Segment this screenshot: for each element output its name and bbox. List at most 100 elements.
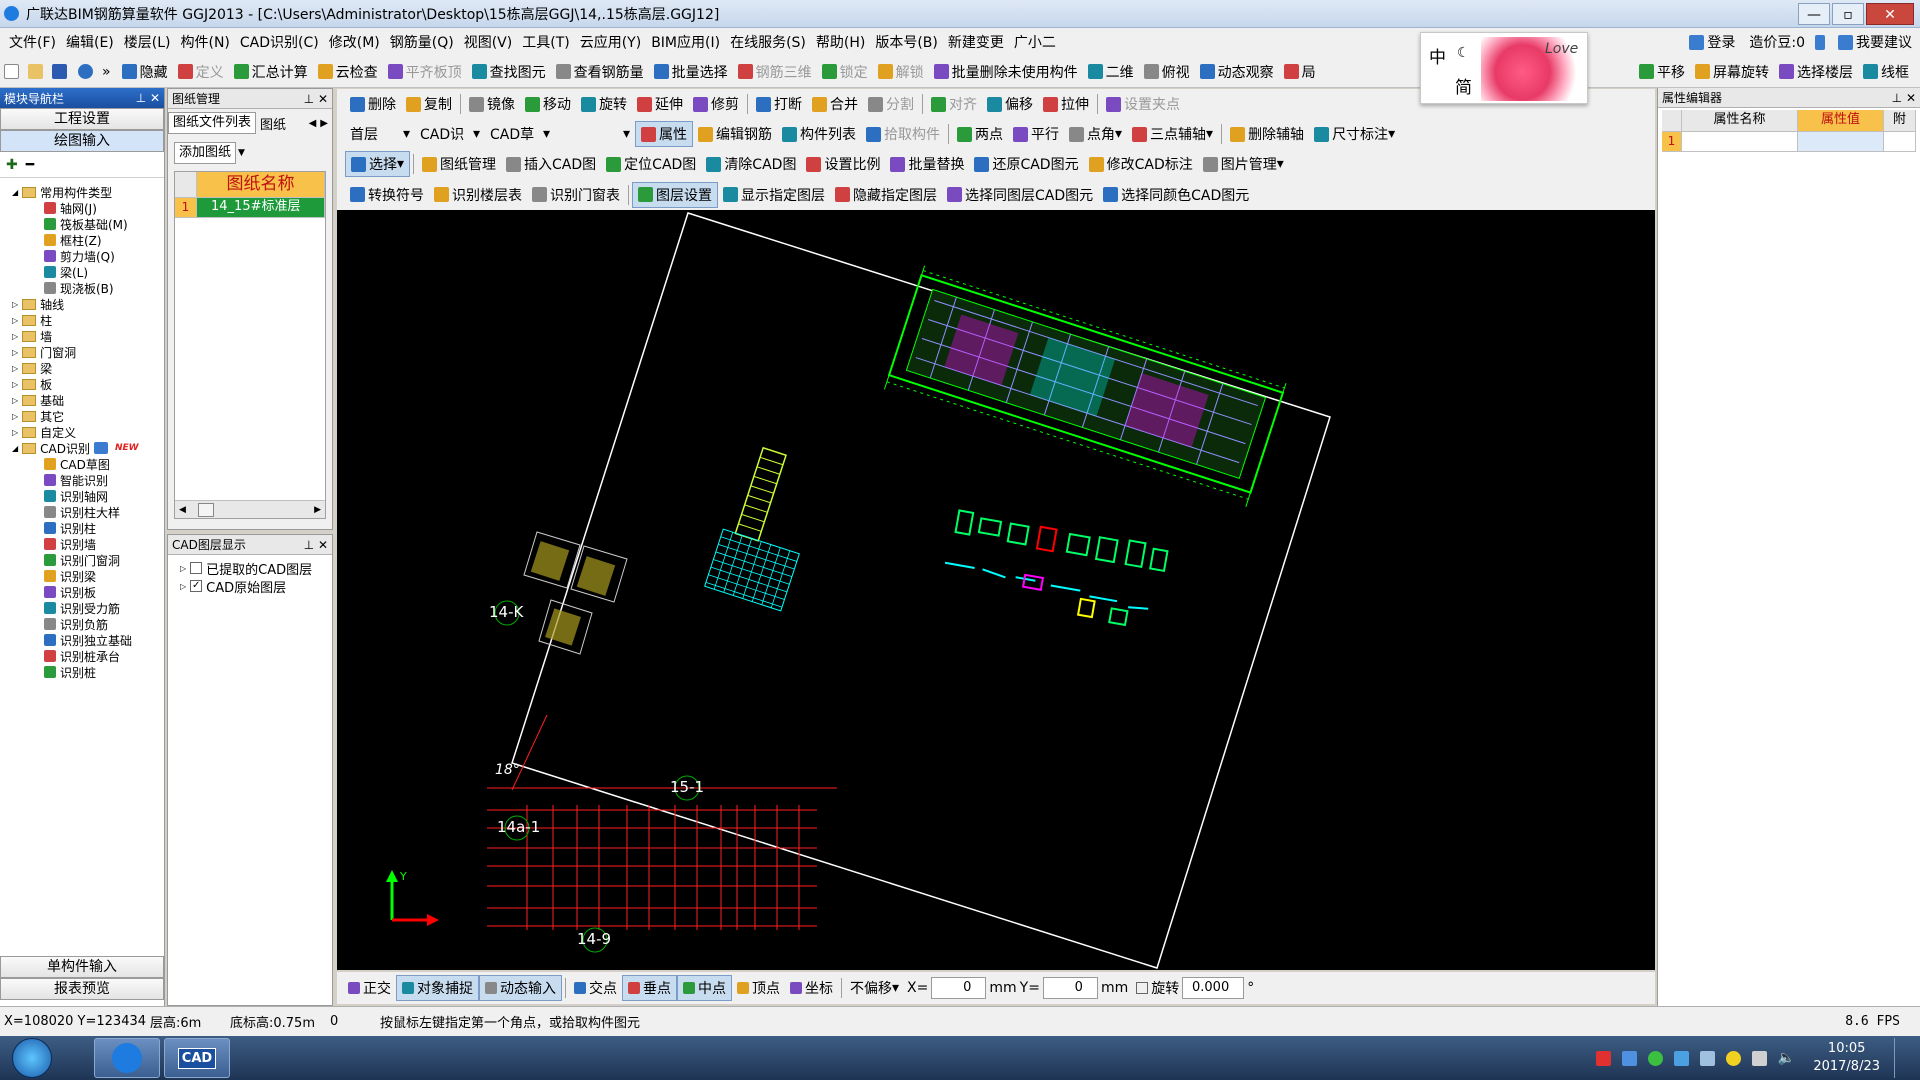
tree-item-20[interactable]: 识别柱大样 [0, 504, 164, 520]
floor-selector[interactable]: 首层 ▾ [345, 121, 415, 147]
y-offset-input[interactable]: 0 [1042, 977, 1098, 999]
tb1-tool-6[interactable]: 修剪 [688, 91, 744, 117]
tb4-tool-6[interactable]: 选择同图层CAD图元 [942, 182, 1098, 208]
main-tool-2[interactable]: 汇总计算 [229, 59, 313, 85]
tree-item-7[interactable]: ▷ 轴线 [0, 296, 164, 312]
cad-drawing[interactable] [337, 210, 1655, 970]
tb3-tool-6[interactable]: 批量替换 [885, 151, 969, 177]
tb3-tool-9[interactable]: 图片管理 ▾ [1198, 151, 1289, 177]
menu-item-2[interactable]: 楼层(L) [119, 28, 176, 56]
snap-tool-7[interactable]: 坐标 [785, 975, 838, 1001]
snap-tool-8[interactable]: 不偏移 ▾ [845, 975, 904, 1001]
snap-tool-0[interactable]: 正交 [343, 975, 396, 1001]
rotate-input[interactable]: 0.000 [1182, 977, 1245, 999]
dropdown-arrow-icon[interactable]: ▾ [543, 126, 550, 142]
tb1-tool-4[interactable]: 旋转 [576, 91, 632, 117]
tb3-tool-0[interactable]: 选择 ▾ [345, 151, 411, 177]
tree-item-24[interactable]: 识别梁 [0, 568, 164, 584]
tb2-tool-6[interactable]: 点角 ▾ [1064, 121, 1127, 147]
tree-item-22[interactable]: 识别墙 [0, 536, 164, 552]
open-file-icon[interactable] [28, 64, 43, 79]
dropdown-arrow-icon[interactable]: ▾ [397, 156, 404, 172]
tb1-tool-0[interactable]: 删除 [345, 91, 401, 117]
main-right-tool-2[interactable]: 选择楼层 [1774, 59, 1858, 85]
menu-item-7[interactable]: 视图(V) [459, 28, 518, 56]
close-button[interactable]: ✕ [1866, 2, 1914, 25]
tb4-tool-5[interactable]: 隐藏指定图层 [830, 182, 942, 208]
snap-tool-1[interactable]: 对象捕捉 [396, 975, 479, 1001]
tree-item-15[interactable]: ▷ 自定义 [0, 424, 164, 440]
cad-drawing-canvas[interactable]: 14-K 15-1 14a-1 14-9 18° Y [337, 210, 1655, 970]
tb4-tool-4[interactable]: 显示指定图层 [718, 182, 830, 208]
dropdown-arrow-icon[interactable]: ▾ [1388, 126, 1395, 142]
expand-icon[interactable]: ▷ [12, 428, 18, 437]
tree-item-12[interactable]: ▷ 板 [0, 376, 164, 392]
save-icon[interactable] [52, 64, 67, 79]
new-file-icon[interactable] [4, 64, 19, 79]
tb1-tool-8[interactable]: 合并 [807, 91, 863, 117]
start-button[interactable] [12, 1038, 52, 1078]
ime-toolbar[interactable]: 中 ☾ 简 Love [1420, 32, 1588, 104]
tb1-tool-1[interactable]: 复制 [401, 91, 457, 117]
more-chevron-icon[interactable]: » [102, 64, 111, 80]
attachment-cell[interactable] [1884, 132, 1916, 152]
tree-item-16[interactable]: ◢ CAD识别 NEW [0, 440, 164, 456]
tray-bird-icon[interactable] [1673, 1050, 1689, 1066]
bell-icon[interactable] [1815, 34, 1825, 50]
tb3-tool-7[interactable]: 还原CAD图元 [969, 151, 1083, 177]
dropdown-arrow-icon[interactable]: ▾ [1277, 156, 1284, 172]
main-tool-0[interactable]: 隐藏 [117, 59, 173, 85]
tb1-tool-11[interactable]: 偏移 [982, 91, 1038, 117]
expand-icon[interactable]: ▷ [12, 364, 18, 373]
add-drawing-button[interactable]: 添加图纸 [174, 142, 237, 164]
extracted-layer-checkbox[interactable] [190, 562, 203, 574]
collapse-icon[interactable]: ◢ [12, 188, 18, 197]
tb1-tool-10[interactable]: 对齐 [926, 91, 982, 117]
tree-item-1[interactable]: 轴网(J) [0, 200, 164, 216]
tb4-tool-1[interactable]: 识别楼层表 [429, 182, 527, 208]
single-component-input-button[interactable]: 单构件输入 [0, 956, 164, 978]
tree-item-29[interactable]: 识别桩承台 [0, 648, 164, 664]
coin-balance[interactable]: 造价豆:0 [1749, 32, 1805, 52]
tb3-tool-4[interactable]: 清除CAD图 [701, 151, 801, 177]
scroll-thumb[interactable] [197, 502, 214, 517]
tree-item-25[interactable]: 识别板 [0, 584, 164, 600]
tree-item-13[interactable]: ▷ 基础 [0, 392, 164, 408]
tree-item-14[interactable]: ▷ 其它 [0, 408, 164, 424]
volume-icon[interactable]: 🔈 [1778, 1050, 1795, 1066]
menu-item-6[interactable]: 钢筋量(Q) [385, 28, 459, 56]
suggest-link[interactable]: 我要建议 [1856, 32, 1912, 52]
tree-item-26[interactable]: 识别受力筋 [0, 600, 164, 616]
snap-tool-5[interactable]: 中点 [677, 975, 732, 1001]
original-layer-checkbox[interactable]: ✓ [190, 580, 203, 592]
snap-tool-3[interactable]: 交点 [569, 975, 622, 1001]
tree-item-9[interactable]: ▷ 墙 [0, 328, 164, 344]
expand-icon[interactable]: ▷ [180, 582, 186, 591]
menu-item-15[interactable]: 广小二 [1009, 28, 1061, 56]
tab-drawing-files[interactable]: 图纸文件列表 [168, 112, 257, 134]
main-right-tool-0[interactable]: 平移 [1634, 59, 1690, 85]
extracted-layer-row[interactable]: ▷ 已提取的CAD图层 [168, 559, 332, 578]
drawing-input-button[interactable]: 绘图输入 [0, 130, 164, 152]
tb2-tool-3[interactable]: 拾取构件 [861, 121, 945, 147]
tab-scroll-right-icon[interactable]: ▶ [320, 118, 328, 129]
undo-icon[interactable] [78, 64, 93, 79]
table-row[interactable]: 1 [1662, 132, 1916, 152]
main-tool-14[interactable]: 动态观察 [1195, 59, 1279, 85]
snap-tool-4[interactable]: 垂点 [622, 975, 677, 1001]
menu-item-10[interactable]: BIM应用(I) [646, 28, 725, 56]
tree-item-3[interactable]: 框柱(Z) [0, 232, 164, 248]
sogou-ime-icon[interactable] [1595, 1050, 1611, 1066]
main-right-tool-1[interactable]: 屏幕旋转 [1690, 59, 1774, 85]
main-tool-5[interactable]: 查找图元 [467, 59, 551, 85]
tree-item-21[interactable]: 识别柱 [0, 520, 164, 536]
show-desktop-button[interactable] [1894, 1038, 1906, 1078]
expand-icon[interactable]: ▷ [12, 396, 18, 405]
tree-item-28[interactable]: 识别独立基础 [0, 632, 164, 648]
tb1-tool-12[interactable]: 拉伸 [1038, 91, 1094, 117]
menu-item-13[interactable]: 版本号(B) [870, 28, 943, 56]
main-tool-11[interactable]: 批量删除未使用构件 [929, 59, 1083, 85]
pin-close-icon[interactable]: ⊥ ✕ [136, 91, 160, 105]
rotate-checkbox[interactable] [1136, 982, 1149, 994]
cad-draft-selector[interactable]: CAD草 ▾ [485, 121, 555, 147]
